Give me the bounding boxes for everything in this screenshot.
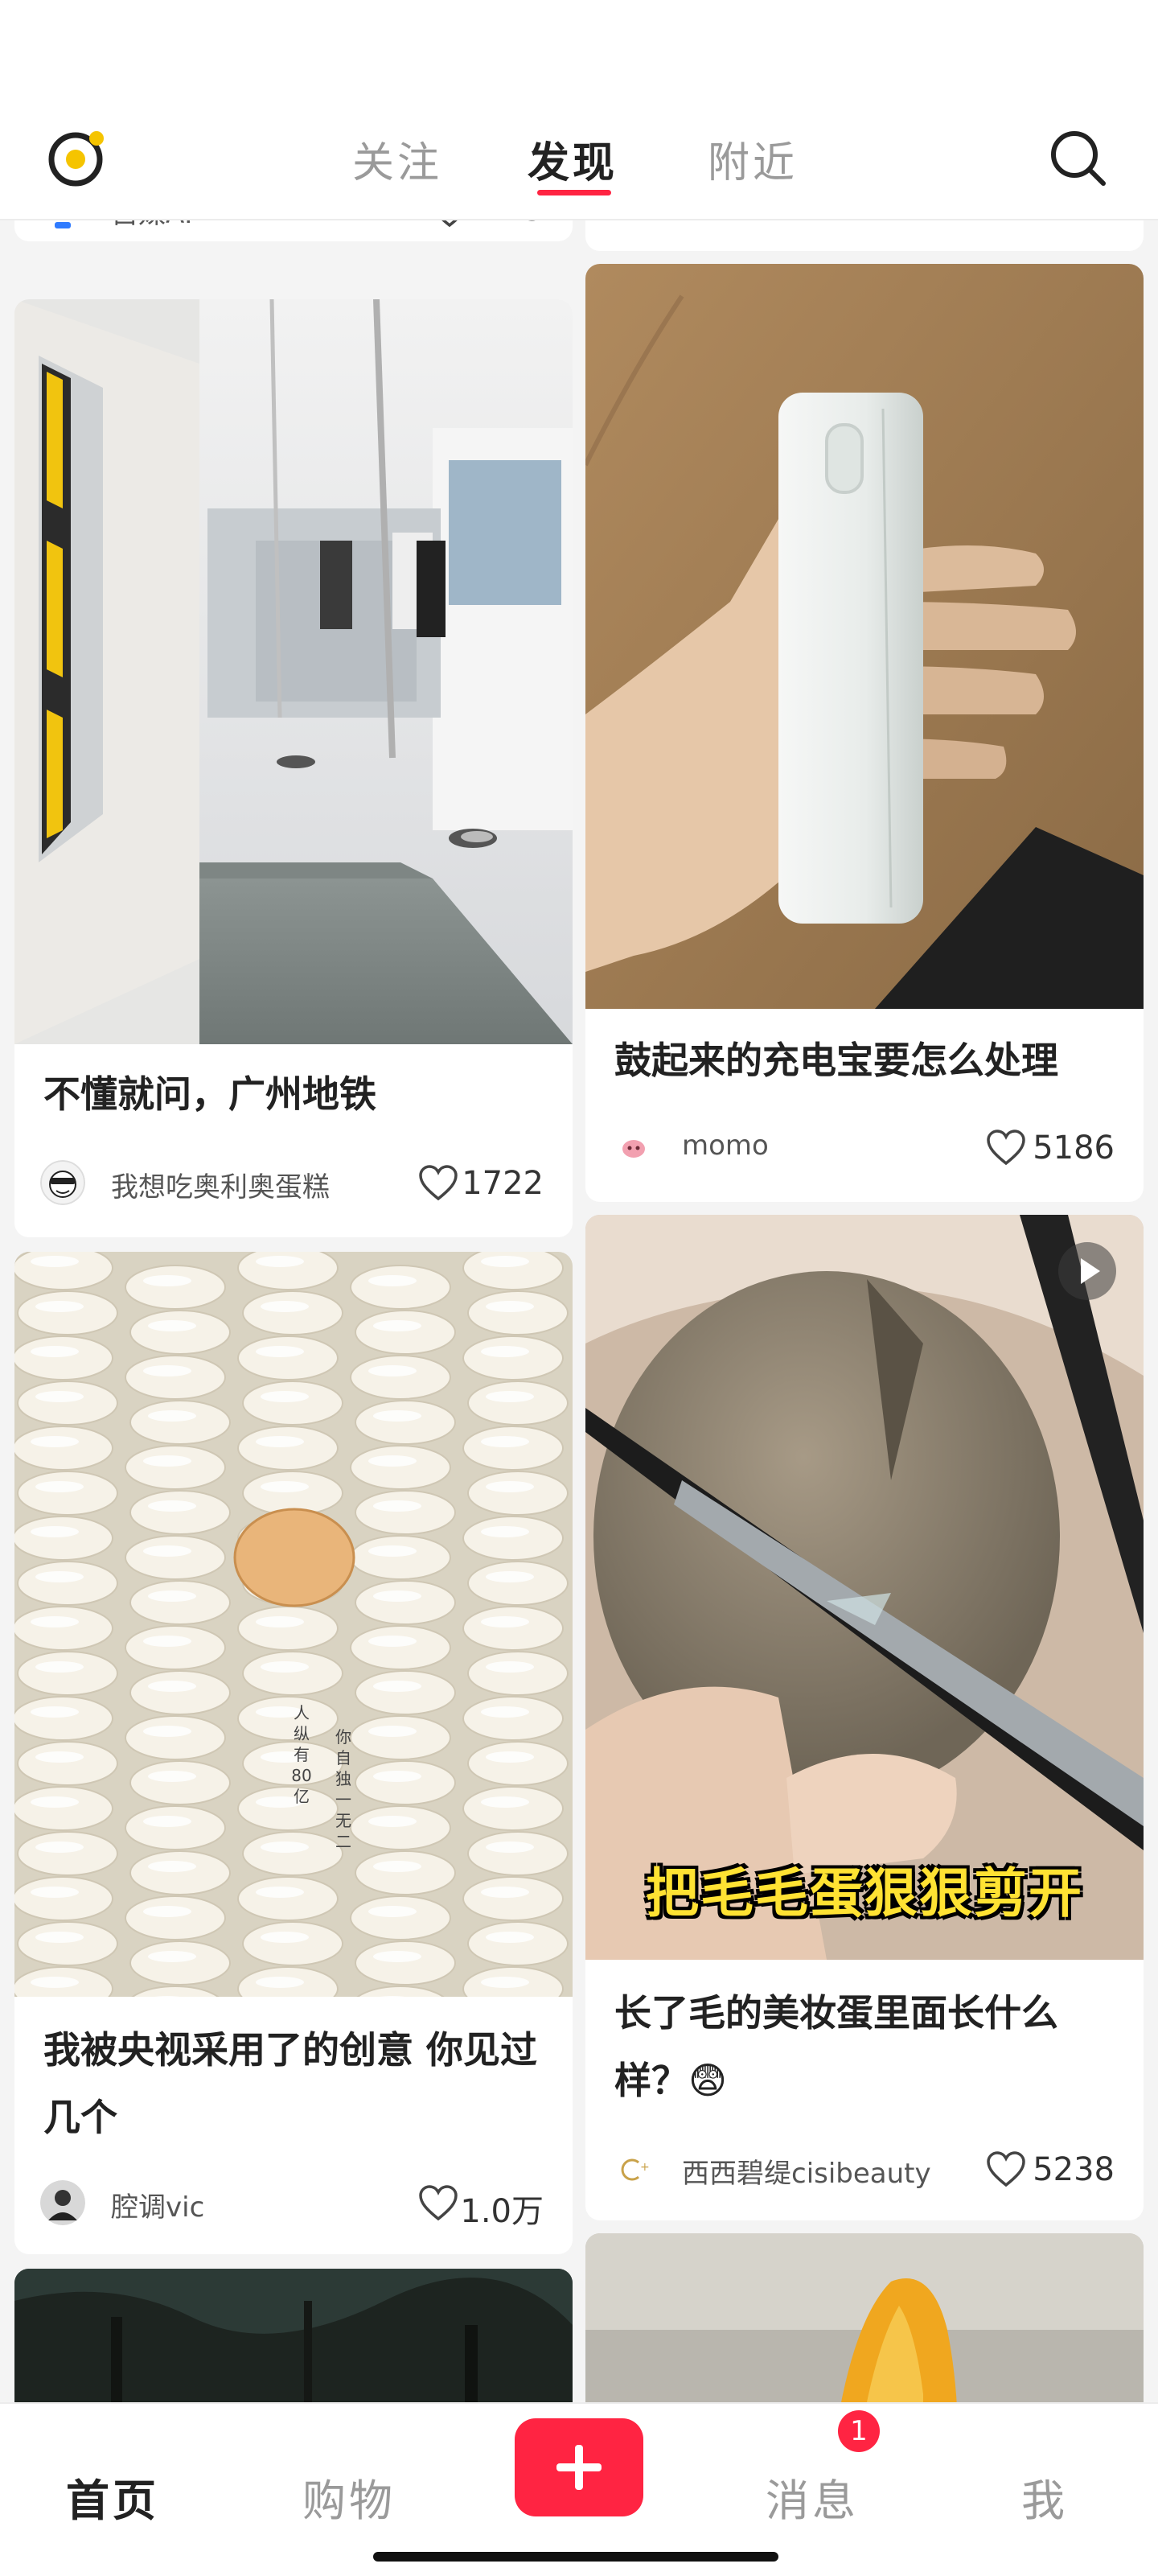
card-image-subway[interactable] <box>14 299 573 1044</box>
nav-me[interactable]: 我 <box>1021 2465 1068 2529</box>
like-count: 1.0万 <box>460 2193 544 2230</box>
heart-icon <box>419 1165 458 1201</box>
subway-photo <box>14 299 573 1044</box>
video-caption-overlay: 把毛毛蛋狠狠剪开 <box>646 1862 1083 1924</box>
sponge-photo <box>585 1215 1144 1960</box>
powerbank-photo <box>585 264 1144 1009</box>
tab-follow[interactable]: 关注 <box>352 129 442 189</box>
author-name[interactable]: 西西碧缇cisibeauty <box>682 2151 931 2191</box>
heart-icon <box>987 1130 1025 1166</box>
like-button[interactable]: 1.0万 <box>383 2180 544 2230</box>
heart-icon <box>987 2151 1025 2187</box>
nav-messages[interactable]: 消息 <box>766 2465 859 2529</box>
card-title[interactable]: 不懂就问，广州地铁 <box>43 1060 544 1128</box>
author-name[interactable]: momo <box>682 1130 769 1162</box>
feed-card[interactable]: 不懂就问，广州地铁 我想吃奥利奥蛋糕 1722 <box>14 299 573 1237</box>
author-name[interactable]: 我想吃奥利奥蛋糕 <box>111 1165 330 1204</box>
heart-icon <box>419 2185 458 2221</box>
play-icon <box>1081 1258 1100 1284</box>
svg-text:+: + <box>640 2161 650 2174</box>
card-meta: momo 5186 <box>611 1121 1115 1170</box>
feed-card[interactable]: 把毛毛蛋狠狠剪开 长了毛的美妆蛋里面长什么样？😨 + 西西碧缇cisibeaut… <box>585 1215 1144 2220</box>
plus-icon <box>556 2445 602 2490</box>
author-avatar[interactable] <box>611 1125 656 1170</box>
card-meta: 我想吃奥利奥蛋糕 1722 <box>40 1157 544 1205</box>
card-image-corn[interactable]: 人纵有80亿 你自独一无二 <box>14 1252 573 1997</box>
card-meta: + 西西碧缇cisibeauty 5238 <box>611 2143 1115 2191</box>
like-count: 5238 <box>1033 2151 1115 2188</box>
feed-card[interactable]: 人纵有80亿 你自独一无二 我被央视采用了的创意 你见过几个 腔调vic 1.0… <box>14 1252 573 2254</box>
publish-button[interactable] <box>515 2418 643 2516</box>
like-button[interactable]: 5186 <box>954 1125 1115 1170</box>
bottom-nav: 首页 购物 消息 1 我 <box>0 2402 1158 2576</box>
video-play-badge <box>1058 1242 1116 1300</box>
author-name[interactable]: 腔调vic <box>111 2185 204 2224</box>
card-title[interactable]: 长了毛的美妆蛋里面长什么样？😨 <box>614 1979 1115 2114</box>
nav-home[interactable]: 首页 <box>66 2465 159 2529</box>
active-tab-indicator <box>537 190 611 195</box>
corn-caption-left: 人纵有80亿 <box>291 1703 312 1806</box>
card-image-powerbank[interactable] <box>585 264 1144 1009</box>
card-title[interactable]: 鼓起来的充电宝要怎么处理 <box>614 1027 1115 1094</box>
corn-caption-right: 你自独一无二 <box>335 1727 351 1851</box>
corn-photo <box>14 1252 573 1997</box>
like-button[interactable]: 5238 <box>954 2146 1115 2191</box>
home-indicator <box>373 2552 778 2562</box>
feed-card[interactable]: 鼓起来的充电宝要怎么处理 momo 5186 <box>585 264 1144 1202</box>
top-header: 关注 发现 附近 <box>0 0 1158 220</box>
card-image-sponge[interactable]: 把毛毛蛋狠狠剪开 <box>585 1215 1144 1960</box>
like-button[interactable]: 1722 <box>383 1160 544 1205</box>
author-avatar[interactable] <box>40 2180 85 2225</box>
feed-tabs: 关注 发现 附近 <box>0 121 1158 209</box>
card-meta: 腔调vic 1.0万 <box>40 2177 544 2230</box>
like-count: 1722 <box>462 1165 544 1202</box>
author-avatar[interactable]: + <box>611 2146 656 2191</box>
tab-nearby[interactable]: 附近 <box>708 129 798 189</box>
like-count: 5186 <box>1033 1130 1115 1167</box>
author-avatar[interactable] <box>40 1160 85 1205</box>
tab-discover[interactable]: 发现 <box>528 129 618 189</box>
message-badge: 1 <box>838 2410 880 2452</box>
nav-shopping[interactable]: 购物 <box>302 2465 396 2529</box>
card-title[interactable]: 我被央视采用了的创意 你见过几个 <box>43 2016 544 2151</box>
search-icon[interactable] <box>1047 127 1108 188</box>
